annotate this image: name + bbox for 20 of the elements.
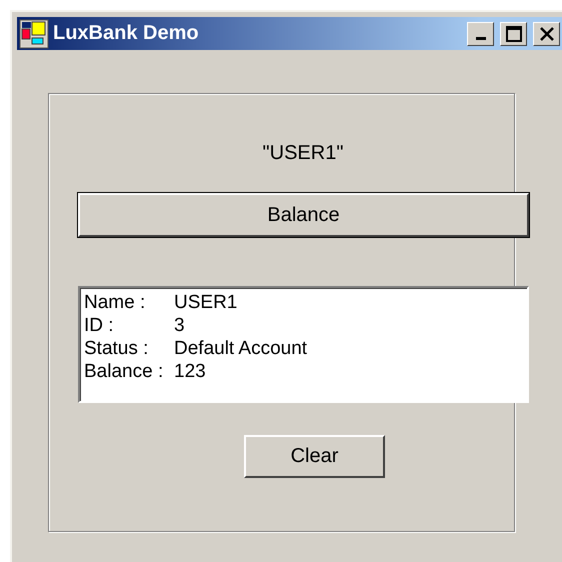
app-icon bbox=[19, 18, 49, 48]
details-text-box[interactable]: Name : USER1 ID : 3 Status : Default Account Balance : 123 bbox=[78, 286, 529, 403]
field-label: ID : bbox=[84, 314, 115, 337]
close-button[interactable] bbox=[533, 22, 560, 46]
close-icon bbox=[538, 26, 554, 42]
window-title: LuxBank Demo bbox=[53, 22, 200, 45]
user-label: "USER1" bbox=[262, 142, 344, 165]
maximize-button[interactable] bbox=[500, 22, 527, 46]
field-value: 123 bbox=[174, 360, 207, 383]
field-value: USER1 bbox=[174, 291, 238, 314]
field-label: Name : bbox=[84, 291, 146, 314]
balance-button[interactable]: Balance bbox=[78, 193, 529, 237]
minimize-icon bbox=[476, 37, 486, 40]
field-label: Status : bbox=[84, 337, 150, 360]
maximize-icon bbox=[506, 26, 522, 42]
minimize-button[interactable] bbox=[467, 22, 494, 46]
clear-button[interactable]: Clear bbox=[244, 435, 385, 478]
field-label: Balance : bbox=[84, 360, 164, 383]
field-value: Default Account bbox=[174, 337, 308, 360]
field-value: 3 bbox=[174, 314, 186, 337]
